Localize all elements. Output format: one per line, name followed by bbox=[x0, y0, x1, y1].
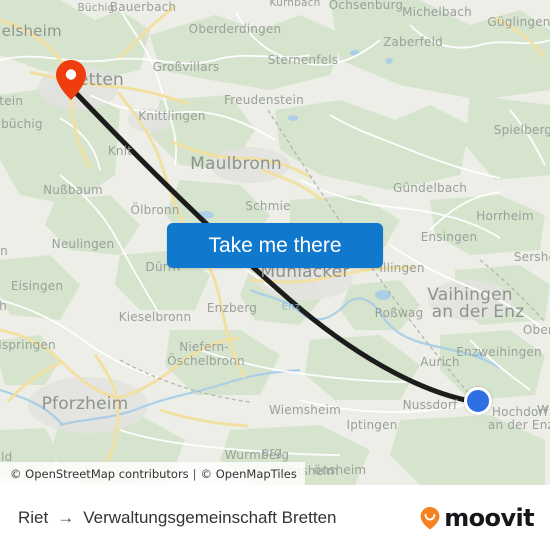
destination-dot-marker[interactable] bbox=[464, 387, 492, 415]
moovit-pin-icon bbox=[420, 506, 440, 529]
footer-bar: Riet → Verwaltungsgemeinschaft Bretten m… bbox=[0, 485, 550, 550]
map-attribution: © OpenStreetMap contributors | © OpenMap… bbox=[0, 462, 305, 485]
route-destination-label: Verwaltungsgemeinschaft Bretten bbox=[83, 507, 337, 527]
take-me-there-button[interactable]: Take me there bbox=[167, 223, 383, 268]
moovit-route-preview: ndelsheimBüchigBauerbachOberderdingenKür… bbox=[0, 0, 550, 550]
map-view[interactable]: ndelsheimBüchigBauerbachOberderdingenKür… bbox=[0, 0, 550, 485]
moovit-logo[interactable]: moovit bbox=[417, 503, 535, 532]
route-summary: Riet → Verwaltungsgemeinschaft Bretten bbox=[18, 508, 337, 528]
openmaptiles-attribution-link[interactable]: © OpenMapTiles bbox=[201, 467, 297, 481]
osm-attribution-link[interactable]: © OpenStreetMap contributors bbox=[10, 467, 189, 481]
route-origin-label: Riet bbox=[18, 507, 49, 527]
attribution-separator: | bbox=[192, 466, 197, 481]
origin-pin-marker[interactable] bbox=[56, 60, 86, 100]
arrow-right-icon: → bbox=[57, 508, 75, 527]
moovit-wordmark: moovit bbox=[444, 503, 534, 532]
